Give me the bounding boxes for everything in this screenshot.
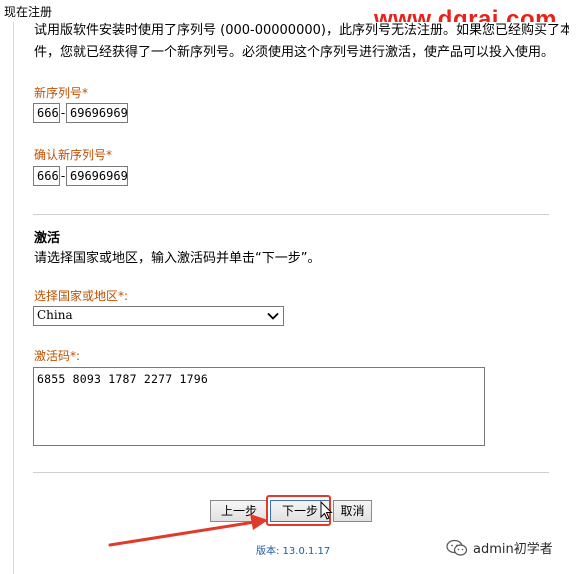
back-button[interactable]: 上一步 [210, 500, 268, 522]
divider-top [33, 214, 549, 215]
intro-line-2: 件，您就已经获得了一个新序列号。必须使用这个序列号进行激活，使产品可以投入使用。 [34, 45, 555, 60]
brand-watermark: admin初学者 [446, 538, 553, 557]
country-select[interactable]: China [33, 306, 284, 326]
window-title: 现在注册 [4, 5, 53, 19]
activation-title: 激活 [34, 231, 61, 246]
country-label: 选择国家或地区*: [34, 289, 129, 303]
mouse-cursor-icon [320, 501, 333, 520]
divider-bottom [33, 472, 549, 473]
confirm-serial-field-group: 666 - 69696969 [33, 166, 128, 186]
country-select-value: China [37, 308, 73, 322]
serial-label: 新序列号* [34, 86, 89, 100]
serial-number-input[interactable]: 69696969 [66, 103, 128, 123]
serial-field-group: 666 - 69696969 [33, 103, 128, 123]
intro-text: 试用版软件安装时使用了序列号 (000-00000000)，此序列号无法注册。如… [34, 20, 569, 64]
confirm-serial-prefix-input[interactable]: 666 [33, 166, 60, 186]
cancel-button[interactable]: 取消 [333, 500, 372, 522]
serial-prefix-input[interactable]: 666 [33, 103, 60, 123]
wechat-icon [446, 539, 468, 556]
activation-code-label: 激活码*: [34, 349, 81, 363]
version-text: 版本: 13.0.1.17 [256, 546, 331, 557]
brand-text: admin初学者 [473, 542, 553, 557]
confirm-serial-label: 确认新序列号* [34, 148, 113, 162]
confirm-serial-number-input[interactable]: 69696969 [66, 166, 128, 186]
activation-description: 请选择国家或地区，输入激活码并单击“下一步”。 [34, 251, 321, 266]
intro-line-1: 试用版软件安装时使用了序列号 (000-00000000)，此序列号无法注册。如… [34, 23, 569, 38]
chevron-down-icon [267, 312, 279, 320]
activation-code-input[interactable]: 6855 8093 1787 2277 1796 [33, 367, 485, 446]
activation-code-value: 6855 8093 1787 2277 1796 [37, 372, 208, 386]
